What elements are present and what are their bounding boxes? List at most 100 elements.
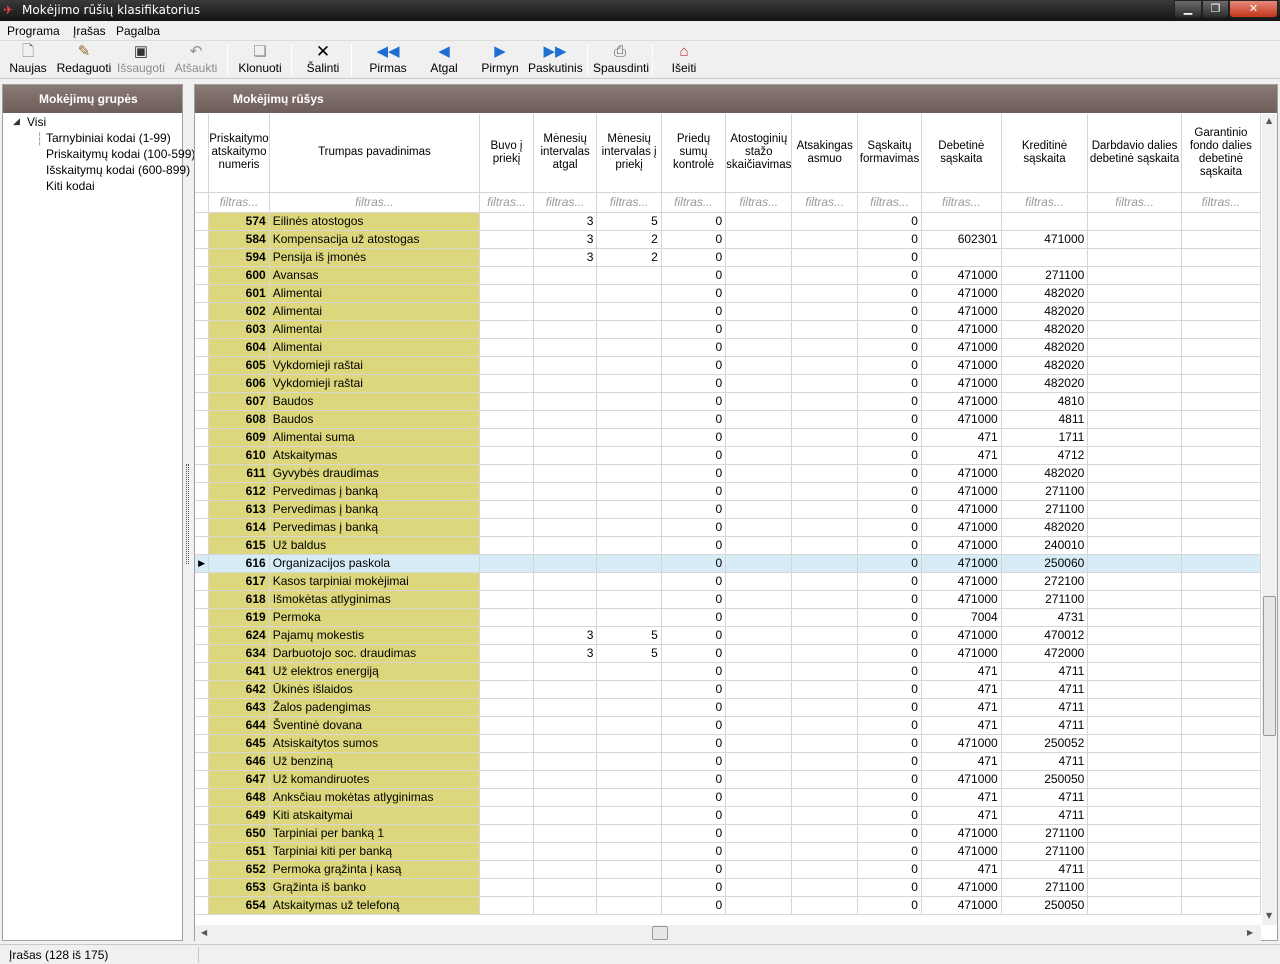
- table-cell[interactable]: [1181, 320, 1261, 339]
- table-cell[interactable]: 2: [596, 248, 662, 267]
- table-cell[interactable]: 471: [921, 680, 1002, 699]
- table-cell[interactable]: [725, 770, 793, 789]
- table-cell[interactable]: [791, 428, 859, 447]
- column-header[interactable]: Mėnesių intervalas į priekį: [596, 114, 662, 193]
- table-cell[interactable]: Pervedimas į banką: [269, 518, 481, 537]
- table-cell[interactable]: [533, 590, 598, 609]
- table-cell[interactable]: [596, 482, 662, 501]
- table-cell[interactable]: [1087, 662, 1182, 681]
- table-cell[interactable]: [725, 590, 793, 609]
- table-cell[interactable]: 649: [208, 806, 270, 825]
- table-row[interactable]: 605 Vykdomieji raštai 0 0 471000 482020: [195, 356, 1261, 375]
- table-cell[interactable]: 471000: [921, 500, 1002, 519]
- table-cell[interactable]: [479, 410, 534, 429]
- table-cell[interactable]: [596, 662, 662, 681]
- table-cell[interactable]: [1181, 878, 1261, 897]
- table-row[interactable]: 654 Atskaitymas už telefoną 0 0 471000 250050: [195, 896, 1261, 915]
- table-cell[interactable]: [1181, 230, 1261, 249]
- table-cell[interactable]: [791, 626, 859, 645]
- table-cell[interactable]: [479, 428, 534, 447]
- table-cell[interactable]: [791, 788, 859, 807]
- scroll-down-icon[interactable]: ▼: [1266, 911, 1272, 920]
- table-cell[interactable]: 4711: [1001, 788, 1089, 807]
- table-cell[interactable]: [791, 590, 859, 609]
- table-cell[interactable]: 0: [661, 878, 727, 897]
- table-cell[interactable]: 471000: [921, 536, 1002, 555]
- table-cell[interactable]: Kiti atskaitymai: [269, 806, 481, 825]
- table-cell[interactable]: [921, 248, 1002, 267]
- table-cell[interactable]: [1087, 410, 1182, 429]
- table-cell[interactable]: Ūkinės išlaidos: [269, 680, 481, 699]
- table-cell[interactable]: 0: [857, 356, 922, 375]
- table-cell[interactable]: [725, 572, 793, 591]
- table-cell[interactable]: 471000: [921, 896, 1002, 915]
- table-cell[interactable]: 0: [857, 590, 922, 609]
- table-cell[interactable]: [533, 374, 598, 393]
- table-cell[interactable]: 648: [208, 788, 270, 807]
- table-cell[interactable]: [596, 554, 662, 573]
- column-header[interactable]: Mėnesių intervalas atgal: [533, 114, 598, 193]
- table-cell[interactable]: 470012: [1001, 626, 1089, 645]
- table-cell[interactable]: [791, 842, 859, 861]
- table-cell[interactable]: Kasos tarpiniai mokėjimai: [269, 572, 481, 591]
- table-cell[interactable]: Pensija iš įmonės: [269, 248, 481, 267]
- table-cell[interactable]: Alimentai: [269, 320, 481, 339]
- table-cell[interactable]: [725, 536, 793, 555]
- table-cell[interactable]: Pajamų mokestis: [269, 626, 481, 645]
- table-cell[interactable]: [1087, 266, 1182, 285]
- table-row[interactable]: 611 Gyvybės draudimas 0 0 471000 482020: [195, 464, 1261, 483]
- table-cell[interactable]: [596, 734, 662, 753]
- table-cell[interactable]: 1711: [1001, 428, 1089, 447]
- table-cell[interactable]: Avansas: [269, 266, 481, 285]
- table-cell[interactable]: [1181, 644, 1261, 663]
- table-cell[interactable]: 471000: [921, 374, 1002, 393]
- table-cell[interactable]: 4811: [1001, 410, 1089, 429]
- table-cell[interactable]: 0: [857, 788, 922, 807]
- column-header[interactable]: Trumpas pavadinimas: [269, 114, 481, 193]
- table-cell[interactable]: 471000: [921, 626, 1002, 645]
- table-cell[interactable]: Baudos: [269, 392, 481, 411]
- table-cell[interactable]: 641: [208, 662, 270, 681]
- table-cell[interactable]: Organizacijos paskola: [269, 554, 481, 573]
- table-cell[interactable]: 0: [857, 572, 922, 591]
- table-cell[interactable]: [533, 302, 598, 321]
- table-cell[interactable]: [791, 752, 859, 771]
- table-cell[interactable]: [479, 806, 534, 825]
- table-cell[interactable]: [791, 806, 859, 825]
- table-cell[interactable]: 614: [208, 518, 270, 537]
- table-cell[interactable]: [921, 212, 1002, 231]
- table-cell[interactable]: [596, 338, 662, 357]
- table-cell[interactable]: 0: [857, 428, 922, 447]
- table-cell[interactable]: [596, 284, 662, 303]
- table-cell[interactable]: 594: [208, 248, 270, 267]
- table-cell[interactable]: 482020: [1001, 356, 1089, 375]
- table-cell[interactable]: [791, 284, 859, 303]
- table-cell[interactable]: Tarpiniai kiti per banką: [269, 842, 481, 861]
- table-cell[interactable]: [1087, 356, 1182, 375]
- table-cell[interactable]: [596, 896, 662, 915]
- table-cell[interactable]: 0: [661, 338, 727, 357]
- table-cell[interactable]: 0: [661, 752, 727, 771]
- table-cell[interactable]: 0: [661, 266, 727, 285]
- column-header[interactable]: Garantinio fondo dalies debetinė sąskait…: [1181, 114, 1261, 193]
- table-cell[interactable]: [533, 698, 598, 717]
- table-cell[interactable]: [1181, 662, 1261, 681]
- table-cell[interactable]: [725, 752, 793, 771]
- table-cell[interactable]: 0: [857, 680, 922, 699]
- table-cell[interactable]: [1087, 374, 1182, 393]
- table-cell[interactable]: Grąžinta iš banko: [269, 878, 481, 897]
- table-cell[interactable]: 250050: [1001, 770, 1089, 789]
- table-cell[interactable]: [596, 590, 662, 609]
- table-cell[interactable]: Alimentai: [269, 284, 481, 303]
- table-cell[interactable]: 0: [857, 374, 922, 393]
- table-cell[interactable]: [479, 248, 534, 267]
- table-cell[interactable]: [479, 356, 534, 375]
- table-cell[interactable]: 471000: [921, 824, 1002, 843]
- table-cell[interactable]: 0: [661, 860, 727, 879]
- table-cell[interactable]: [596, 698, 662, 717]
- table-cell[interactable]: 4711: [1001, 860, 1089, 879]
- table-cell[interactable]: 471: [921, 788, 1002, 807]
- table-cell[interactable]: 5: [596, 212, 662, 231]
- table-cell[interactable]: 611: [208, 464, 270, 483]
- table-cell[interactable]: [1181, 284, 1261, 303]
